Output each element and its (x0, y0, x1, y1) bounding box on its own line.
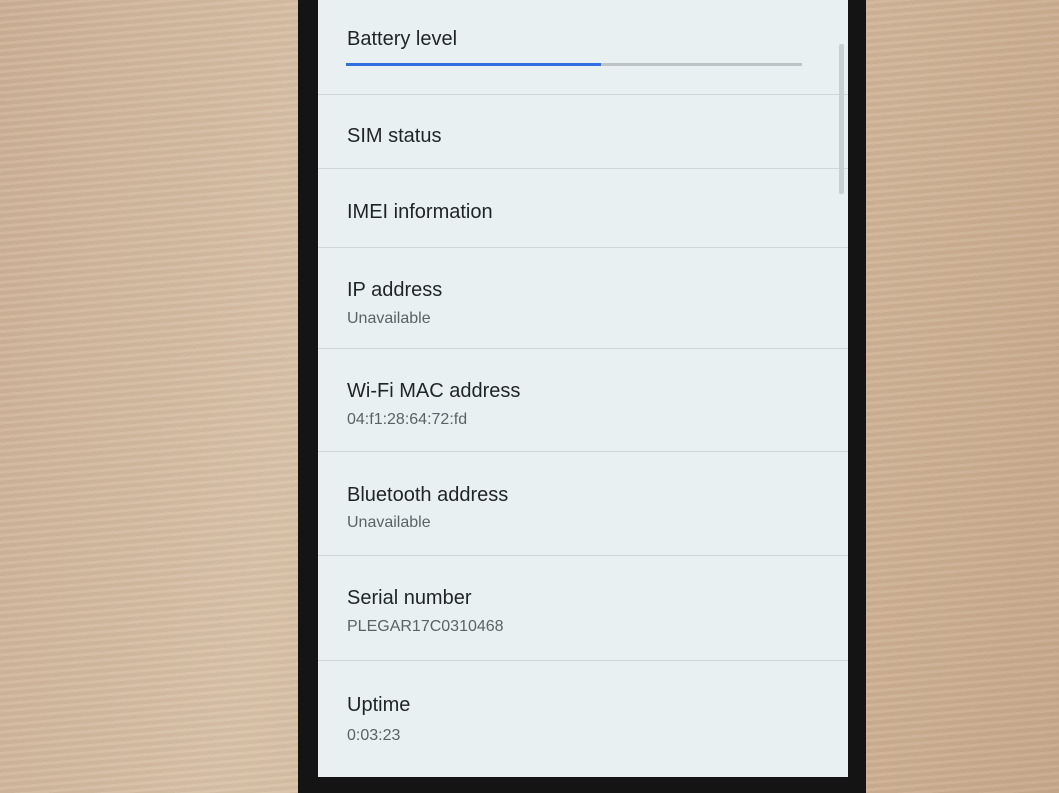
serial-number-value: PLEGAR17C0310468 (347, 618, 504, 635)
scrollbar[interactable] (839, 44, 844, 194)
battery-level-bar (346, 63, 802, 66)
bluetooth-address-row[interactable]: Bluetooth address Unavailable (318, 452, 848, 556)
ip-address-title: IP address (347, 279, 443, 301)
wifi-mac-address-title: Wi-Fi MAC address (347, 380, 521, 402)
wifi-mac-address-value: 04:f1:28:64:72:fd (347, 411, 468, 428)
bluetooth-address-title: Bluetooth address (347, 484, 509, 506)
uptime-title: Uptime (347, 694, 411, 716)
sim-status-row[interactable]: SIM status (318, 95, 848, 169)
ip-address-value: Unavailable (347, 310, 431, 327)
uptime-value: 0:03:23 (347, 727, 401, 744)
ip-address-row[interactable]: IP address Unavailable (318, 248, 848, 349)
battery-level-label: Battery level (347, 28, 458, 50)
sim-status-title: SIM status (347, 125, 442, 147)
battery-level-fill (346, 63, 602, 66)
bluetooth-address-value: Unavailable (347, 514, 431, 531)
serial-number-row[interactable]: Serial number PLEGAR17C0310468 (318, 556, 848, 661)
imei-information-row[interactable]: IMEI information (318, 169, 848, 248)
uptime-row[interactable]: Uptime 0:03:23 (318, 661, 848, 777)
phone-frame: Battery level SIM status IMEI informatio… (298, 0, 866, 793)
settings-screen: Battery level SIM status IMEI informatio… (318, 0, 848, 777)
battery-level-row[interactable]: Battery level (318, 0, 848, 95)
serial-number-title: Serial number (347, 587, 472, 609)
imei-information-title: IMEI information (347, 201, 493, 223)
wifi-mac-address-row[interactable]: Wi-Fi MAC address 04:f1:28:64:72:fd (318, 349, 848, 452)
